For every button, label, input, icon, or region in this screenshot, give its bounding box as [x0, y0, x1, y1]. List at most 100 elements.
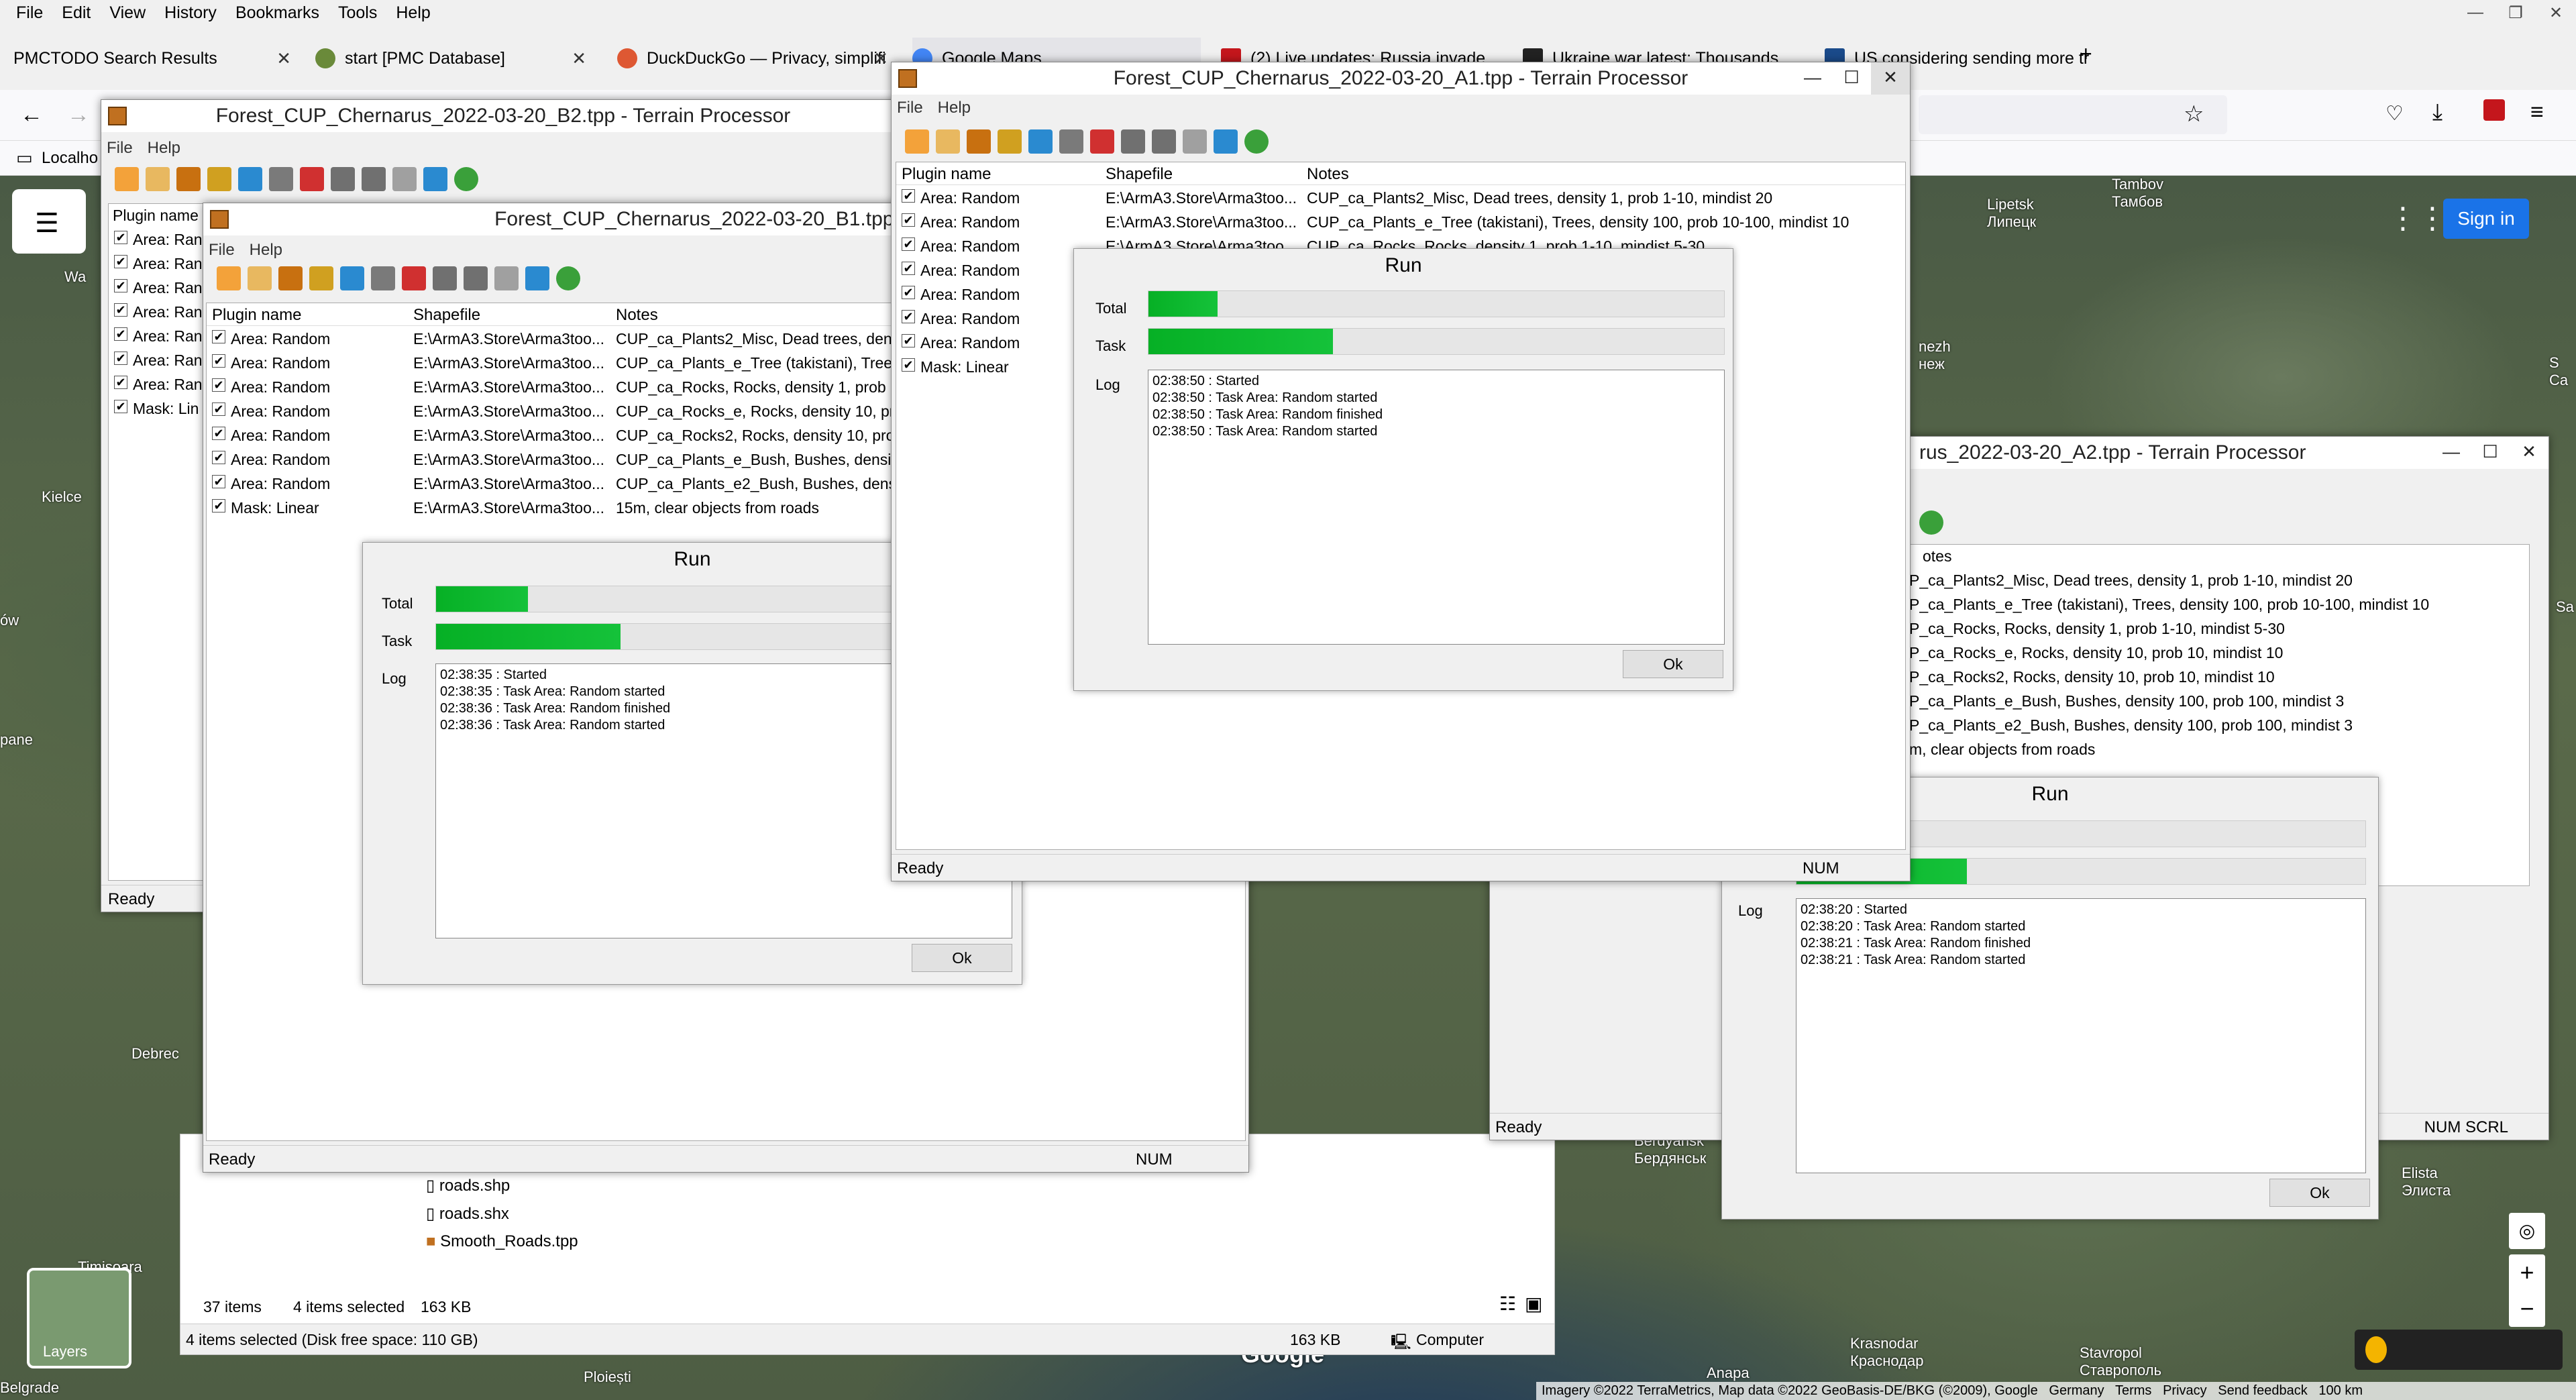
tiles-view-icon[interactable]: ▣ — [1525, 1293, 1542, 1315]
ok-button[interactable]: Ok — [912, 944, 1012, 972]
menu-tools[interactable]: Tools — [329, 3, 386, 23]
row-checkbox[interactable]: ✔ — [212, 402, 225, 416]
back-icon[interactable]: ← — [20, 102, 43, 128]
row-checkbox[interactable]: ✔ — [902, 237, 915, 251]
column-notes[interactable]: otes — [1923, 547, 1951, 566]
move-up-icon[interactable] — [1121, 129, 1145, 154]
row-checkbox[interactable]: ✔ — [902, 334, 915, 347]
details-view-icon[interactable]: ☷ — [1499, 1293, 1516, 1315]
move-down-icon[interactable] — [1152, 129, 1176, 154]
column-plugin-name[interactable]: Plugin name — [212, 306, 301, 325]
maximize-icon[interactable]: ☐ — [2471, 437, 2510, 469]
row-checkbox[interactable]: ✔ — [212, 499, 225, 513]
run-icon[interactable] — [454, 167, 478, 191]
menu-file[interactable]: File — [107, 139, 133, 158]
copy-icon[interactable] — [1183, 129, 1207, 154]
move-down-icon[interactable] — [362, 167, 386, 191]
bookmark-star-icon[interactable]: ☆ — [2184, 101, 2204, 127]
row-checkbox[interactable]: ✔ — [902, 310, 915, 323]
restore-icon[interactable]: ❐ — [2496, 3, 2536, 23]
run-icon[interactable] — [1919, 510, 1943, 535]
zoom-in-icon[interactable]: + — [2509, 1254, 2545, 1291]
list-row[interactable]: P_ca_Plants2_Misc, Dead trees, density 1… — [1907, 569, 2529, 593]
close-tab-icon[interactable]: ✕ — [276, 48, 291, 69]
row-checkbox[interactable]: ✔ — [902, 213, 915, 227]
downloads-icon[interactable]: ⤓ — [2432, 99, 2443, 125]
delete-icon[interactable] — [1090, 129, 1114, 154]
file-item[interactable]: ▯ roads.shx — [426, 1204, 509, 1224]
column-notes[interactable]: Notes — [616, 306, 658, 325]
menu-help[interactable]: Help — [938, 99, 971, 117]
layers-button[interactable]: Layers — [27, 1268, 131, 1368]
minimize-icon[interactable]: — — [2455, 3, 2496, 22]
minimize-icon[interactable]: — — [2432, 437, 2471, 469]
copy-icon[interactable] — [494, 266, 519, 290]
row-checkbox[interactable]: ✔ — [212, 330, 225, 343]
tab-duckduckgo[interactable]: DuckDuckGo — Privacy, simplifi ✕ — [617, 38, 892, 79]
maximize-icon[interactable]: ☐ — [1832, 62, 1871, 95]
row-checkbox[interactable]: ✔ — [212, 475, 225, 488]
export-icon[interactable] — [371, 266, 395, 290]
list-row[interactable]: ✔ Area: Random E:\ArmA3.Store\Arma3too... C… — [896, 211, 1905, 235]
menu-file[interactable]: File — [209, 241, 235, 260]
row-checkbox[interactable]: ✔ — [902, 189, 915, 203]
copy-icon[interactable] — [392, 167, 417, 191]
column-shapefile[interactable]: Shapefile — [413, 306, 480, 325]
pegman-icon[interactable] — [2365, 1336, 2387, 1363]
menu-history[interactable]: History — [155, 3, 226, 23]
list-row[interactable]: P_ca_Plants_e_Tree (takistani), Trees, d… — [1907, 593, 2529, 617]
url-bar[interactable] — [1919, 95, 2227, 134]
new-file-icon[interactable] — [217, 266, 241, 290]
close-icon[interactable]: ✕ — [2510, 437, 2548, 469]
row-checkbox[interactable]: ✔ — [114, 255, 127, 268]
pocket-icon[interactable]: ♡ — [2385, 102, 2404, 125]
column-notes[interactable]: Notes — [1307, 165, 1349, 184]
move-down-icon[interactable] — [464, 266, 488, 290]
close-tab-icon[interactable]: ✕ — [873, 48, 888, 69]
row-checkbox[interactable]: ✔ — [114, 231, 127, 244]
column-plugin-name[interactable]: Plugin name — [113, 207, 199, 225]
window-icon[interactable] — [423, 167, 447, 191]
row-checkbox[interactable]: ✔ — [212, 427, 225, 440]
export-icon[interactable] — [269, 167, 293, 191]
save-icon[interactable] — [278, 266, 303, 290]
menu-view[interactable]: View — [100, 3, 155, 23]
ok-button[interactable]: Ok — [1623, 650, 1723, 678]
close-icon[interactable]: ✕ — [1871, 62, 1910, 95]
list-row[interactable]: ✔ Area: Random E:\ArmA3.Store\Arma3too... C… — [896, 186, 1905, 211]
window-icon[interactable] — [525, 266, 549, 290]
map-type-strip[interactable] — [2355, 1330, 2563, 1370]
menu-file[interactable]: File — [897, 99, 923, 117]
new-tab-icon[interactable]: + — [2080, 42, 2092, 66]
save-icon[interactable] — [967, 129, 991, 154]
zoom-out-icon[interactable]: − — [2509, 1291, 2545, 1327]
close-icon[interactable]: ✕ — [2536, 3, 2576, 23]
file-item[interactable]: ▯ roads.shp — [426, 1176, 510, 1195]
file-item[interactable]: ■ Smooth_Roads.tpp — [426, 1232, 578, 1251]
row-checkbox[interactable]: ✔ — [114, 327, 127, 341]
column-plugin-name[interactable]: Plugin name — [902, 165, 991, 184]
row-checkbox[interactable]: ✔ — [114, 352, 127, 365]
open-folder-icon[interactable] — [936, 129, 960, 154]
minimize-icon[interactable]: — — [1793, 62, 1832, 95]
import-icon[interactable] — [340, 266, 364, 290]
window-icon[interactable] — [1214, 129, 1238, 154]
column-shapefile[interactable]: Shapefile — [1106, 165, 1173, 184]
menu-bookmarks[interactable]: Bookmarks — [226, 3, 329, 23]
tab-pmctodo[interactable]: PMCTODO Search Results ✕ — [13, 38, 295, 79]
row-checkbox[interactable]: ✔ — [902, 358, 915, 372]
forward-icon[interactable]: → — [67, 102, 90, 128]
save-icon[interactable] — [176, 167, 201, 191]
row-checkbox[interactable]: ✔ — [212, 354, 225, 368]
settings-gear-icon[interactable] — [207, 167, 231, 191]
row-checkbox[interactable]: ✔ — [902, 286, 915, 299]
row-checkbox[interactable]: ✔ — [114, 303, 127, 317]
run-icon[interactable] — [556, 266, 580, 290]
my-location-icon[interactable]: ◎ — [2509, 1213, 2545, 1249]
menu-help[interactable]: Help — [250, 241, 282, 260]
move-up-icon[interactable] — [433, 266, 457, 290]
maps-menu-button[interactable]: ☰ — [12, 189, 86, 254]
menu-help[interactable]: Help — [148, 139, 180, 158]
open-folder-icon[interactable] — [146, 167, 170, 191]
new-file-icon[interactable] — [115, 167, 139, 191]
